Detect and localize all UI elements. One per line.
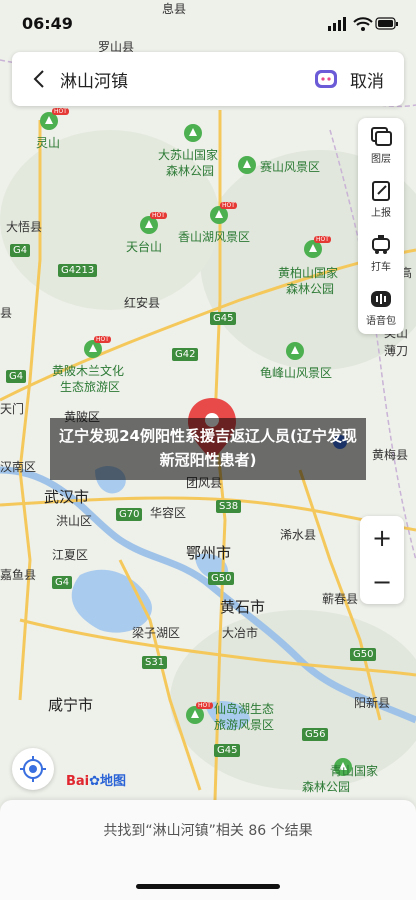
hot-badge: HOT: [94, 336, 111, 343]
map-label: 黄陂木兰文化: [52, 364, 125, 378]
map-label: 黄柏山国家: [278, 266, 339, 280]
search-bar[interactable]: 淋山河镇 取消: [12, 52, 404, 106]
map-label: 洪山区: [56, 514, 93, 528]
hot-badge: HOT: [220, 202, 237, 209]
road-shield: G45: [210, 312, 237, 325]
road-shield: G50: [208, 572, 235, 585]
map-label: 汉南区: [0, 460, 37, 474]
map-tools-panel: 图层 上报 打车 语音包: [358, 118, 404, 334]
battery-icon: [375, 17, 398, 30]
road-shield: G4213: [58, 264, 98, 277]
logo-text: Bai: [66, 774, 90, 789]
map-label: 天门: [0, 402, 25, 416]
hot-badge: HOT: [150, 212, 167, 219]
road-shield: G42: [172, 348, 199, 361]
tool-voice-pack[interactable]: 语音包: [358, 280, 404, 334]
map-label: 森林公园: [286, 282, 335, 296]
map-label: 薄刀: [384, 344, 409, 358]
road-shield: S38: [216, 500, 242, 513]
voice-assistant-icon[interactable]: [314, 68, 338, 90]
map-label: 龟峰山风景区: [260, 366, 333, 380]
road-shield: G4: [10, 244, 31, 257]
map-label: 赛山风景区: [260, 160, 321, 174]
road-shield: G4: [6, 370, 27, 383]
map-label: 黄石市: [220, 598, 266, 616]
logo-paw-icon: ✿: [89, 774, 101, 789]
map-label: 嘉鱼县: [0, 568, 37, 582]
map-label: 森林公园: [302, 780, 351, 794]
road-shield: G70: [116, 508, 143, 521]
road-shield: G45: [214, 744, 241, 757]
tool-taxi[interactable]: 打车: [358, 226, 404, 280]
taxi-icon: [372, 235, 390, 254]
tool-report[interactable]: 上报: [358, 172, 404, 226]
map-label: 武汉市: [44, 488, 90, 506]
tool-layers[interactable]: 图层: [358, 118, 404, 172]
result-count: 共找到“淋山河镇”相关 86 个结果: [103, 823, 313, 839]
map-label: 梁子湖区: [132, 626, 181, 640]
home-indicator[interactable]: [136, 884, 280, 889]
map-label: 黄梅县: [372, 448, 409, 462]
zoom-out-button[interactable]: −: [360, 560, 404, 604]
hot-badge: HOT: [52, 108, 69, 115]
status-bar: 06:49: [0, 0, 416, 44]
status-time: 06:49: [22, 14, 73, 33]
map-label: 县: [0, 306, 13, 320]
news-overlay: 辽宁发现24例阳性系援吉返辽人员(辽宁发现新冠阳性患者): [50, 418, 366, 480]
back-icon[interactable]: [30, 69, 50, 89]
road-shield: G4: [52, 576, 73, 589]
zoom-in-button[interactable]: +: [360, 516, 404, 560]
logo-text: 地图: [100, 774, 127, 789]
road-shield: G50: [350, 648, 377, 661]
map-label: 蕲春县: [322, 592, 359, 606]
hot-badge: HOT: [196, 702, 213, 709]
map-label: 大苏山国家: [158, 148, 219, 162]
map-label: 生态旅游区: [60, 380, 121, 394]
locate-icon: [20, 756, 46, 782]
map-label: 青山国家: [330, 764, 379, 778]
baidu-map-logo: Bai✿地图: [66, 770, 126, 790]
map-label: 仙岛湖生态: [214, 702, 275, 716]
map-label: 大悟县: [6, 220, 43, 234]
tool-label: 图层: [371, 154, 391, 165]
wifi-icon: [353, 17, 373, 31]
park-icon: [238, 156, 256, 174]
road-shield: S31: [142, 656, 168, 669]
voice-pack-icon: [371, 291, 391, 307]
tool-label: 语音包: [366, 316, 396, 327]
locate-button[interactable]: [12, 748, 54, 790]
map-label: 浠水县: [280, 528, 317, 542]
map-label: 华容区: [150, 506, 187, 520]
map-label: 大冶市: [222, 626, 259, 640]
park-icon: [286, 342, 304, 360]
status-icons: [328, 16, 398, 31]
search-query[interactable]: 淋山河镇: [60, 67, 128, 92]
cancel-button[interactable]: 取消: [350, 67, 384, 92]
signal-icon: [328, 17, 346, 31]
overlay-title: 辽宁发现24例阳性系援吉返辽人员(辽宁发现新冠阳性患者): [59, 427, 357, 469]
map-label: 鄂州市: [186, 544, 232, 562]
hot-badge: HOT: [314, 236, 331, 243]
map-label: 灵山: [36, 136, 61, 150]
zoom-controls: + −: [360, 516, 404, 604]
map-label: 香山湖风景区: [178, 230, 251, 244]
map-label: 旅游风景区: [214, 718, 275, 732]
map-label: 红安县: [124, 296, 161, 310]
tool-label: 上报: [371, 208, 391, 219]
map-label: 天台山: [126, 240, 163, 254]
road-shield: G56: [302, 728, 329, 741]
map-label: 森林公园: [166, 164, 215, 178]
tool-label: 打车: [371, 262, 391, 273]
map-label: 咸宁市: [48, 696, 94, 714]
map-label: 阳新县: [354, 696, 391, 710]
report-icon: [372, 181, 390, 201]
map-label: 江夏区: [52, 548, 89, 562]
layers-icon: [371, 127, 392, 146]
park-icon: [184, 124, 202, 142]
